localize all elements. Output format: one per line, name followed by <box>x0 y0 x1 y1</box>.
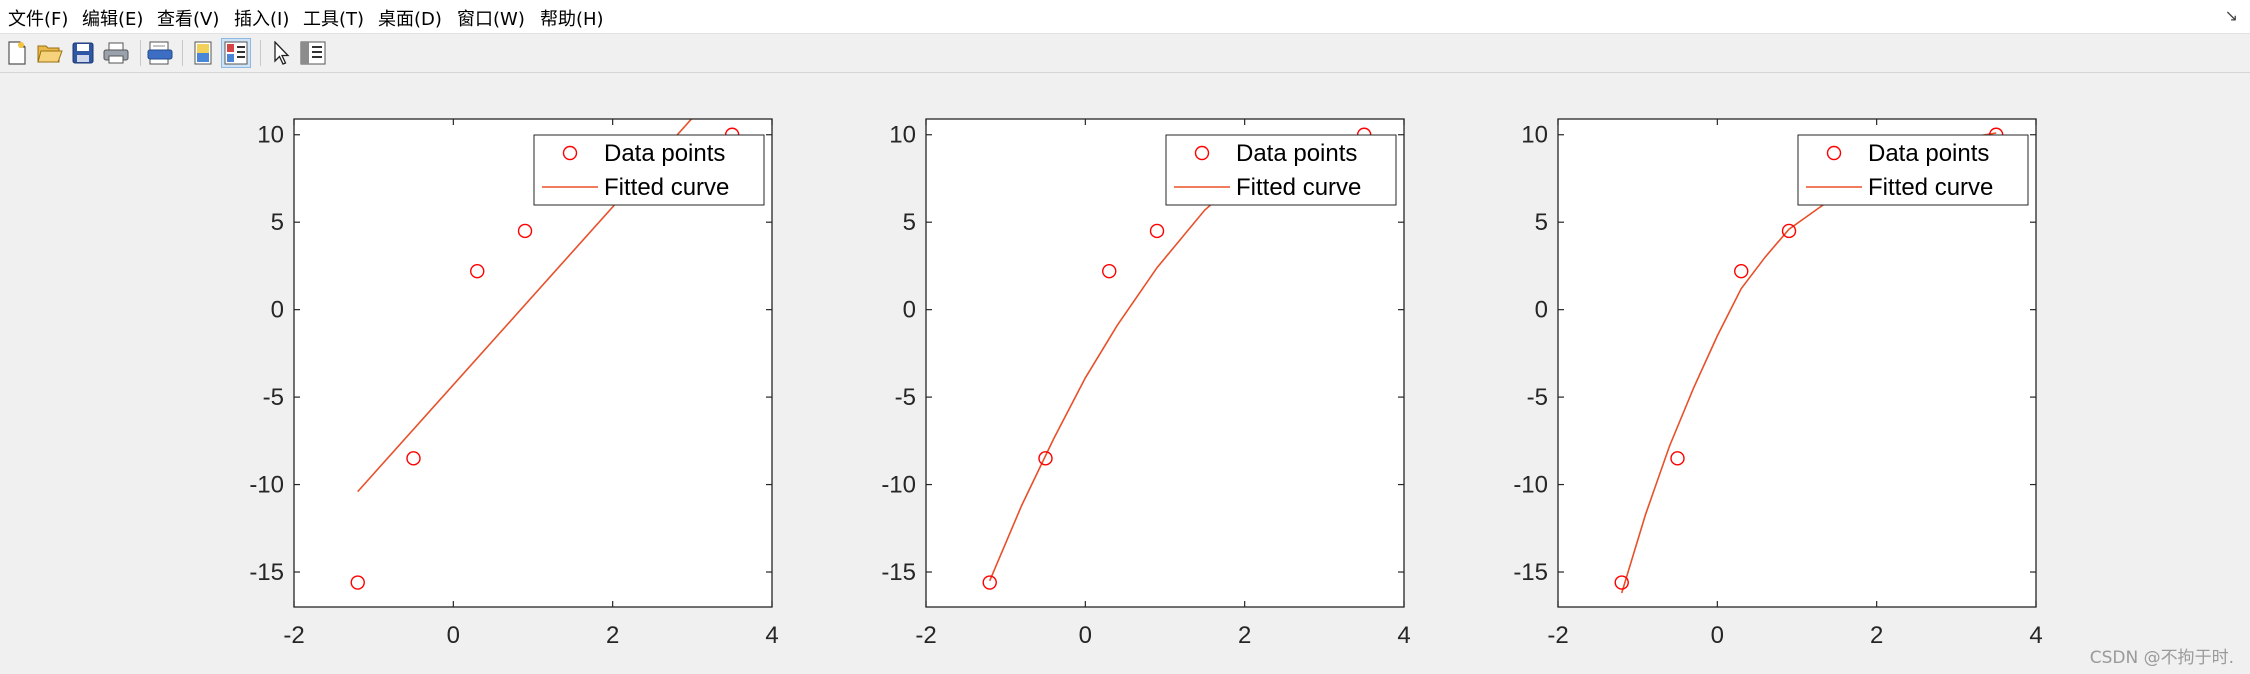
legend-fitted-curve-label: Fitted curve <box>604 174 729 201</box>
subplot-1[interactable]: -2 0 2 4 -15 -10 -5 0 5 10 Data points Fitted curve <box>249 74 779 650</box>
legend[interactable]: Data points Fitted curve <box>1165 134 1397 206</box>
y-tick-label: 0 <box>903 297 916 324</box>
x-tick-label: 4 <box>765 622 778 649</box>
legend-data-points-label: Data points <box>604 140 725 167</box>
menu-help[interactable]: 帮助(H) <box>540 5 604 31</box>
y-tick-label: -15 <box>1513 559 1548 586</box>
y-tick-label: -10 <box>881 472 916 499</box>
legend[interactable]: Data points Fitted curve <box>1797 134 2029 206</box>
property-editor-icon[interactable] <box>298 38 328 68</box>
subplot-3[interactable]: -2 0 2 4 -15 -10 -5 0 5 10 Data points Fitted curve <box>1513 118 2043 649</box>
open-file-icon[interactable] <box>35 38 65 68</box>
y-tick-label: -5 <box>895 384 916 411</box>
menu-file[interactable]: 文件(F) <box>8 5 68 31</box>
y-tick-label: -15 <box>881 559 916 586</box>
y-tick-label: -10 <box>1513 472 1548 499</box>
menu-window[interactable]: 窗口(W) <box>457 5 525 31</box>
x-tick-label: 0 <box>447 622 460 649</box>
x-tick-label: 2 <box>1870 622 1883 649</box>
toolbar-separator <box>182 40 183 66</box>
y-tick-label: 0 <box>271 297 284 324</box>
print-preview-icon[interactable] <box>145 38 175 68</box>
figure-canvas: -2 0 2 4 -15 -10 -5 0 5 10 Data points Fitted curve… <box>249 74 2043 650</box>
x-tick-label: 4 <box>2029 622 2042 649</box>
menu-desktop[interactable]: 桌面(D) <box>378 5 442 31</box>
x-tick-label: -2 <box>1547 622 1568 649</box>
y-tick-label: 10 <box>1521 122 1548 149</box>
show-plot-tools-icon[interactable] <box>221 38 251 68</box>
watermark: CSDN @不拘于时. <box>2089 648 2234 668</box>
edit-plot-cursor-icon[interactable] <box>266 38 296 68</box>
x-tick-label: 0 <box>1711 622 1724 649</box>
save-icon[interactable] <box>68 38 98 68</box>
print-icon[interactable] <box>101 38 131 68</box>
y-tick-label: -10 <box>249 472 284 499</box>
toolbar-separator <box>260 40 261 66</box>
legend-data-points-label: Data points <box>1236 140 1357 167</box>
hide-plot-tools-icon[interactable] <box>188 38 218 68</box>
x-tick-label: 0 <box>1079 622 1092 649</box>
toolbar-separator <box>140 40 141 66</box>
menu-edit[interactable]: 编辑(E) <box>82 5 143 31</box>
x-tick-label: 2 <box>1238 622 1251 649</box>
subplot-2[interactable]: -2 0 2 4 -15 -10 -5 0 5 10 Data points Fitted curve <box>881 118 1411 649</box>
legend-data-points-label: Data points <box>1868 140 1989 167</box>
dock-arrow-icon[interactable]: ↘ <box>2225 6 2238 25</box>
x-tick-label: 4 <box>1397 622 1410 649</box>
menu-bar: 文件(F) 编辑(E) 查看(V) 插入(I) 工具(T) 桌面(D) 窗口(W… <box>0 0 2250 34</box>
legend[interactable]: Data points Fitted curve <box>533 134 765 206</box>
y-tick-label: 5 <box>1535 209 1548 236</box>
y-tick-label: -5 <box>1527 384 1548 411</box>
x-tick-label: 2 <box>606 622 619 649</box>
y-tick-label: 0 <box>1535 297 1548 324</box>
new-figure-icon[interactable] <box>2 38 32 68</box>
y-tick-label: 10 <box>257 122 284 149</box>
menu-view[interactable]: 查看(V) <box>157 5 219 31</box>
y-tick-label: -15 <box>249 559 284 586</box>
menu-insert[interactable]: 插入(I) <box>234 5 289 31</box>
x-tick-label: -2 <box>283 622 304 649</box>
y-tick-label: 5 <box>903 209 916 236</box>
y-tick-label: 10 <box>889 122 916 149</box>
legend-fitted-curve-label: Fitted curve <box>1868 174 1993 201</box>
legend-fitted-curve-label: Fitted curve <box>1236 174 1361 201</box>
toolbar <box>0 34 2250 73</box>
x-tick-label: -2 <box>915 622 936 649</box>
menu-tools[interactable]: 工具(T) <box>303 5 364 31</box>
y-tick-label: -5 <box>263 384 284 411</box>
y-tick-label: 5 <box>271 209 284 236</box>
